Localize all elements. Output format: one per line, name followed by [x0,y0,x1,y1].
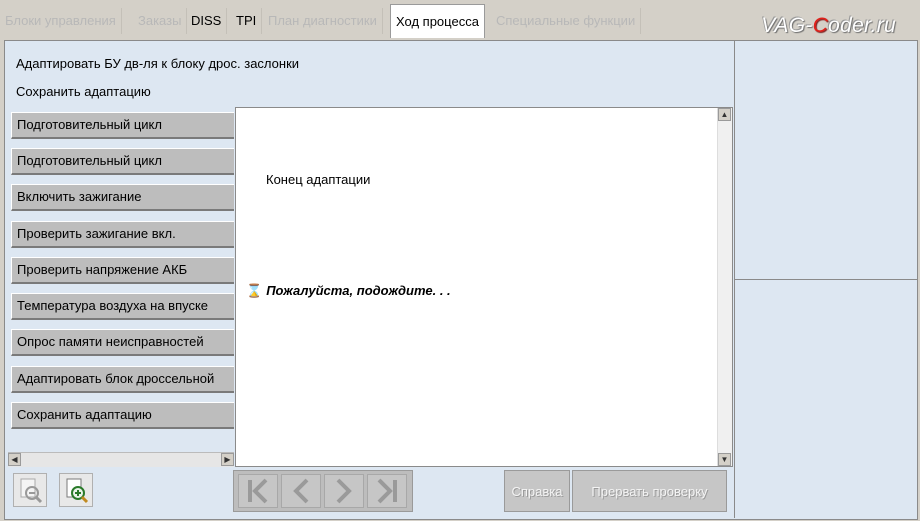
procedure-subtitle: Сохранить адаптацию [16,84,151,99]
tab-control-units[interactable]: Блоки управления [0,8,122,34]
step-item[interactable]: Температура воздуха на впуске [11,293,234,320]
content-pane: Конец адаптации ⌛ Пожалуйста, подождите. … [235,107,733,467]
next-button[interactable] [324,474,364,508]
right-panel-top [734,41,917,280]
tab-process[interactable]: Ход процесса [390,4,485,38]
main-frame: Адаптировать БУ дв-ля к блоку дрос. засл… [4,40,918,520]
wait-text: Пожалуйста, подождите. . . [266,283,451,298]
navigation-group [233,470,413,512]
bottom-toolbar: Справка Прервать проверку [5,467,733,519]
hourglass-icon: ⌛ [246,283,263,298]
first-icon [248,478,268,504]
procedure-header: Адаптировать БУ дв-ля к блоку дрос. засл… [8,43,733,104]
wait-indicator: ⌛ Пожалуйста, подождите. . . [246,283,451,299]
last-icon [377,478,397,504]
scroll-right-icon[interactable]: ▶ [221,453,234,466]
step-item[interactable]: Проверить зажигание вкл. [11,221,234,248]
first-button[interactable] [238,474,278,508]
tab-tpi[interactable]: TPI [231,8,263,34]
zoom-out-icon [20,478,43,504]
tab-diagnostic-plan[interactable]: План диагностики [263,8,383,34]
step-item[interactable]: Включить зажигание [11,184,234,211]
prev-button[interactable] [281,474,321,508]
step-item[interactable]: Сохранить адаптацию [11,402,234,429]
step-item[interactable]: Проверить напряжение АКБ [11,257,234,284]
next-icon [336,478,352,504]
step-item[interactable]: Подготовительный цикл [11,148,234,175]
step-list: Подготовительный цикл Подготовительный ц… [8,107,234,453]
zoom-in-icon [66,478,89,504]
step-item[interactable]: Опрос памяти неисправностей [11,329,234,356]
tab-bar: Блоки управления Заказы DISS TPI План ди… [0,0,920,40]
tab-orders[interactable]: Заказы [133,8,188,34]
tab-diss[interactable]: DISS [186,8,228,34]
scroll-up-icon[interactable]: ▲ [718,108,731,121]
zoom-out-button[interactable] [13,473,47,507]
procedure-title: Адаптировать БУ дв-ля к блоку дрос. засл… [16,56,300,71]
help-button[interactable]: Справка [504,470,570,512]
prev-icon [293,478,309,504]
zoom-in-button[interactable] [59,473,93,507]
scroll-down-icon[interactable]: ▼ [718,453,731,466]
last-button[interactable] [367,474,407,508]
content-scrollbar[interactable]: ▲ ▼ [717,108,732,466]
right-panel-bottom [734,280,917,518]
status-message: Конец адаптации [266,172,371,187]
step-item[interactable]: Подготовительный цикл [11,112,234,139]
scroll-left-icon[interactable]: ◀ [8,453,21,466]
step-list-scrollbar[interactable]: ◀ ▶ [8,452,234,467]
step-item[interactable]: Адаптировать блок дроссельной [11,366,234,393]
tab-special-functions[interactable]: Специальные функции [491,8,642,34]
vag-coder-logo: VAG-Coder.ru [761,14,896,37]
abort-check-button[interactable]: Прервать проверку [572,470,727,512]
